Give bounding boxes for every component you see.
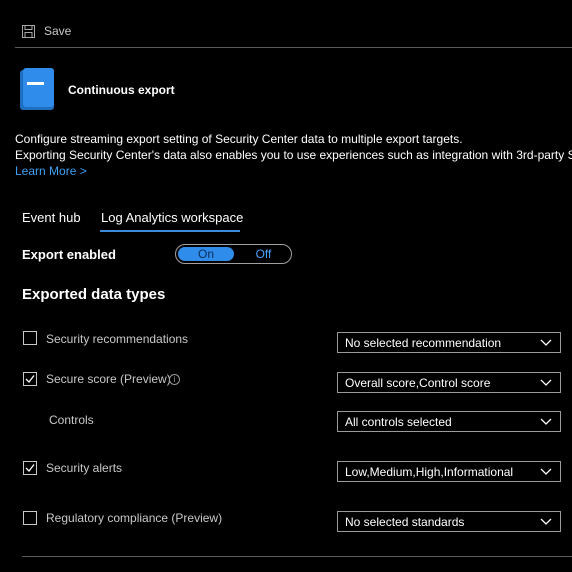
info-icon[interactable]: i [169,374,180,385]
controls-dropdown[interactable]: All controls selected [337,411,561,432]
description-line-1: Configure streaming export setting of Se… [15,132,463,146]
chevron-down-icon [540,468,552,475]
regulatory-compliance-checkbox[interactable] [23,511,37,525]
learn-more-link[interactable]: Learn More > [15,164,87,178]
checkmark-icon [25,375,35,383]
save-button[interactable]: Save [22,24,71,38]
section-title: Exported data types [22,286,166,303]
bottom-divider [22,556,572,557]
toolbar-divider [15,47,572,48]
recommendations-dropdown[interactable]: No selected recommendation [337,332,561,353]
secure-score-dropdown[interactable]: Overall score,Control score [337,372,561,393]
active-tab-indicator [100,230,240,232]
description-line-2: Exporting Security Center's data also en… [15,148,572,162]
security-alerts-label: Security alerts [46,461,123,475]
security-alerts-dropdown[interactable]: Low,Medium,High,Informational [337,461,561,482]
chevron-down-icon [540,339,552,346]
chevron-down-icon [540,379,552,386]
tab-log-analytics-workspace[interactable]: Log Analytics workspace [101,210,243,225]
security-alerts-checkbox[interactable] [23,461,37,475]
secure-score-label: Secure score (Preview) [46,372,171,386]
export-enabled-label: Export enabled [22,247,116,262]
secure-score-dropdown-value: Overall score,Control score [345,376,491,390]
security-recommendations-checkbox[interactable] [23,331,37,345]
save-label: Save [44,24,72,38]
recommendations-dropdown-value: No selected recommendation [345,336,502,350]
chevron-down-icon [540,418,552,425]
secure-score-checkbox[interactable] [23,372,37,386]
regulatory-compliance-dropdown[interactable]: No selected standards [337,511,561,532]
controls-label: Controls [49,413,94,427]
tab-event-hub[interactable]: Event hub [22,210,81,225]
toggle-on-option[interactable]: On [178,247,234,261]
export-enabled-toggle[interactable]: On Off [175,244,292,264]
chevron-down-icon [540,518,552,525]
continuous-export-icon [18,68,56,112]
regulatory-compliance-label: Regulatory compliance (Preview) [46,511,223,525]
security-alerts-dropdown-value: Low,Medium,High,Informational [345,465,514,479]
security-recommendations-label: Security recommendations [46,332,189,346]
checkmark-icon [25,464,35,472]
regulatory-compliance-dropdown-value: No selected standards [345,515,465,529]
page-title: Continuous export [68,83,175,97]
toggle-off-option[interactable]: Off [236,247,291,261]
controls-dropdown-value: All controls selected [345,415,452,429]
save-icon [22,24,35,38]
